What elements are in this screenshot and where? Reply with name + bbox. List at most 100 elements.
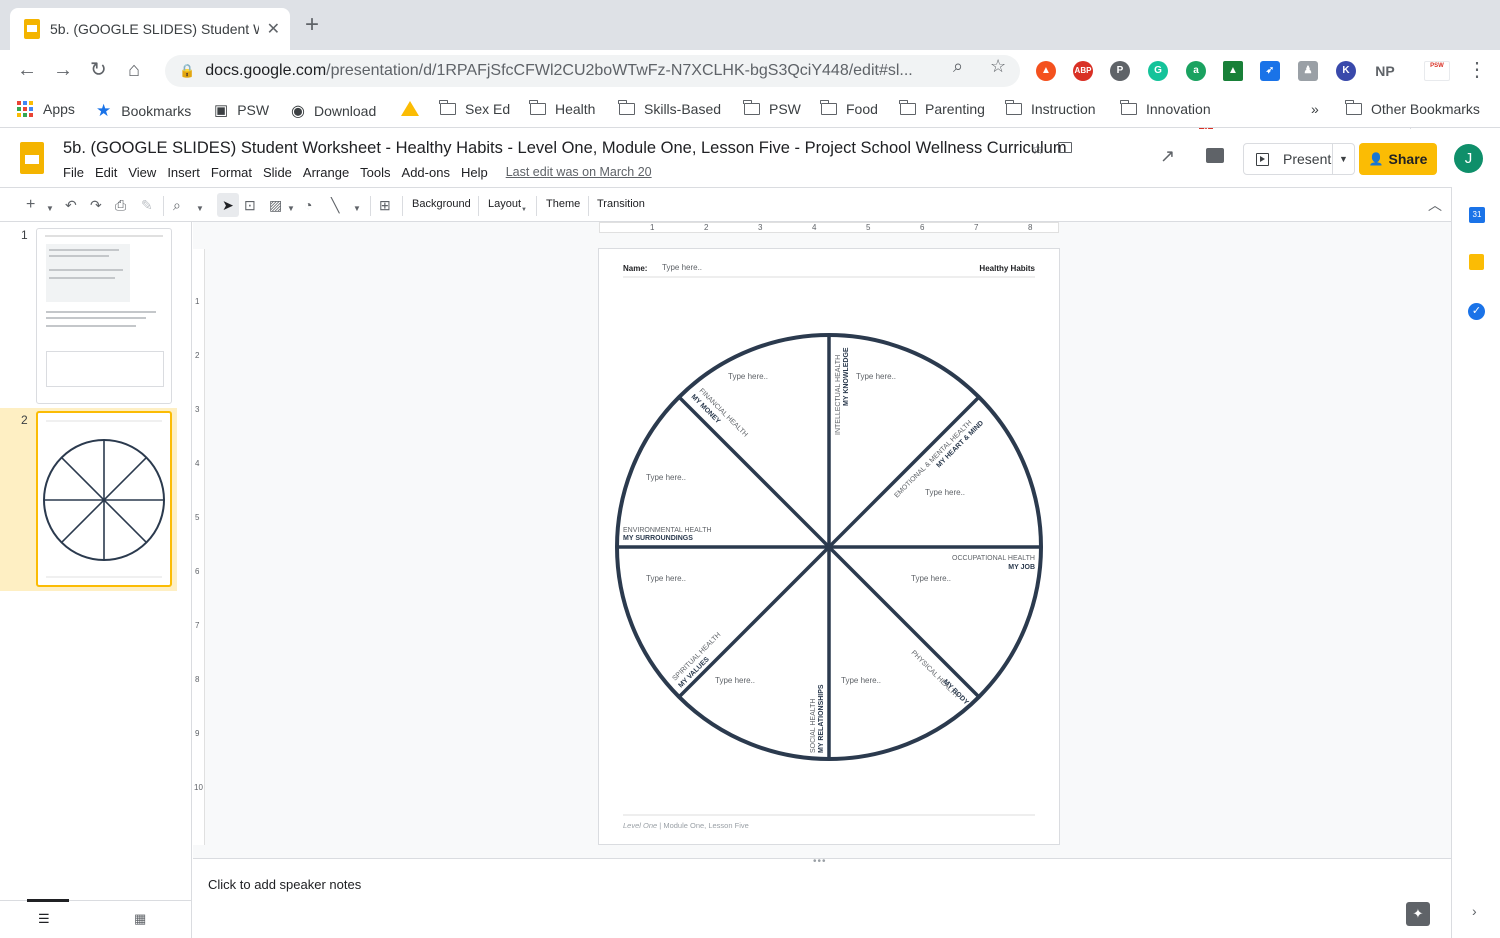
keep-icon[interactable] bbox=[1469, 254, 1484, 270]
project-school-wellness-extension-icon[interactable]: PSW bbox=[1424, 61, 1450, 81]
undo-icon[interactable]: ↶ bbox=[65, 196, 77, 214]
bookmark-folder-innovation[interactable]: Innovation bbox=[1120, 100, 1211, 117]
bookmark-star-icon[interactable]: ☆ bbox=[990, 56, 1006, 77]
speaker-notes-panel[interactable]: ••• Click to add speaker notes ✦ bbox=[193, 856, 1451, 938]
pinterest-extension-icon[interactable]: P bbox=[1110, 61, 1130, 81]
redo-icon[interactable]: ↷ bbox=[90, 196, 102, 214]
account-avatar[interactable]: J bbox=[1454, 144, 1483, 173]
activity-trend-icon[interactable]: ↗ bbox=[1160, 146, 1175, 167]
zoom-icon[interactable]: ⌕ bbox=[173, 196, 181, 214]
tasks-icon[interactable]: ✓ bbox=[1468, 303, 1485, 320]
image-dropdown-icon[interactable]: ▼ bbox=[287, 200, 295, 218]
bookmark-apps[interactable]: Apps bbox=[17, 101, 75, 117]
bookmark-bookmarks[interactable]: ★ Bookmarks bbox=[96, 101, 191, 121]
insert-image-icon[interactable]: ▨ bbox=[269, 196, 282, 214]
menu-format[interactable]: Format bbox=[211, 165, 252, 180]
menu-file[interactable]: File bbox=[63, 165, 84, 180]
bookmark-drive[interactable] bbox=[401, 101, 419, 116]
shape-icon[interactable]: ◔ bbox=[304, 196, 312, 214]
print-icon[interactable]: ⎙ bbox=[115, 196, 126, 214]
menu-slide[interactable]: Slide bbox=[263, 165, 292, 180]
google-slides-logo-icon[interactable] bbox=[20, 142, 44, 174]
slide-thumbnail-2[interactable] bbox=[36, 411, 172, 587]
placeholder-spiritual[interactable]: Type here.. bbox=[715, 676, 755, 685]
collapse-toolbar-chevron-icon[interactable]: ︿ bbox=[1428, 196, 1442, 214]
notes-resize-handle[interactable]: ••• bbox=[813, 856, 827, 867]
bookmark-folder-other[interactable]: Other Bookmarks bbox=[1345, 100, 1480, 117]
extension-k-icon[interactable]: K bbox=[1336, 61, 1356, 81]
grid-view-icon[interactable]: ▦ bbox=[134, 911, 146, 927]
menu-tools[interactable]: Tools bbox=[360, 165, 390, 180]
last-edit-link[interactable]: Last edit was on March 20 bbox=[506, 165, 652, 180]
zoom-lens-icon[interactable]: ⌕ bbox=[953, 56, 963, 77]
bookmark-folder-health[interactable]: Health bbox=[529, 100, 595, 117]
chrome-menu-icon[interactable]: ⋮ bbox=[1467, 58, 1487, 82]
expand-side-panel-chevron-icon[interactable]: › bbox=[1472, 903, 1477, 919]
present-dropdown-icon[interactable]: ▼ bbox=[1332, 144, 1354, 174]
bookmark-folder-skills-based[interactable]: Skills-Based bbox=[618, 100, 721, 117]
star-document-icon[interactable]: ☆ bbox=[1031, 140, 1044, 158]
line-dropdown-icon[interactable]: ▼ bbox=[353, 200, 361, 218]
extension-person-icon[interactable]: ♟ bbox=[1298, 61, 1318, 81]
bookmark-folder-food[interactable]: Food bbox=[820, 100, 878, 117]
menu-insert[interactable]: Insert bbox=[167, 165, 200, 180]
bookmark-folder-sex-ed[interactable]: Sex Ed bbox=[439, 100, 510, 117]
present-button[interactable]: Present ▼ bbox=[1243, 143, 1355, 175]
browser-tab[interactable]: 5b. (GOOGLE SLIDES) Student Worksheet ✕ bbox=[10, 8, 290, 50]
bookmark-folder-psw[interactable]: PSW bbox=[743, 100, 801, 117]
close-tab-icon[interactable]: ✕ bbox=[267, 19, 280, 39]
forward-arrow-icon[interactable]: → bbox=[53, 58, 73, 82]
bookmark-download[interactable]: ◉ Download bbox=[291, 101, 376, 121]
menu-view[interactable]: View bbox=[128, 165, 156, 180]
extension-np-icon[interactable]: NP bbox=[1373, 61, 1397, 81]
back-arrow-icon[interactable]: ← bbox=[17, 58, 37, 82]
background-button[interactable]: Background bbox=[412, 198, 471, 210]
insert-comment-icon[interactable]: ⊞ bbox=[379, 196, 391, 214]
extension-a-icon[interactable]: a bbox=[1186, 61, 1206, 81]
bookmark-folder-instruction[interactable]: Instruction bbox=[1005, 100, 1096, 117]
menu-help[interactable]: Help bbox=[461, 165, 488, 180]
horizontal-ruler[interactable]: 1 2 3 4 5 6 7 8 bbox=[599, 222, 1059, 233]
bookmark-folder-parenting[interactable]: Parenting bbox=[899, 100, 985, 117]
layout-button[interactable]: Layout bbox=[488, 198, 521, 210]
comments-icon[interactable] bbox=[1206, 148, 1224, 163]
theme-button[interactable]: Theme bbox=[546, 198, 580, 210]
extension-rocket-icon[interactable]: ➶ bbox=[1260, 61, 1280, 81]
calendar-icon[interactable]: 31 bbox=[1469, 207, 1485, 223]
filmstrip-view-icon[interactable]: ☰ bbox=[38, 911, 50, 927]
menu-arrange[interactable]: Arrange bbox=[303, 165, 349, 180]
placeholder-intellectual[interactable]: Type here.. bbox=[856, 372, 896, 381]
home-icon[interactable]: ⌂ bbox=[128, 58, 140, 82]
document-title[interactable]: 5b. (GOOGLE SLIDES) Student Worksheet - … bbox=[63, 139, 1067, 158]
placeholder-environmental[interactable]: Type here.. bbox=[646, 473, 686, 482]
extension-mountain-icon[interactable]: ▲ bbox=[1223, 61, 1243, 81]
line-icon[interactable]: ╲ bbox=[331, 196, 339, 214]
menu-add-ons[interactable]: Add-ons bbox=[402, 165, 450, 180]
placeholder-financial[interactable]: Type here.. bbox=[728, 372, 768, 381]
new-tab-button[interactable]: + bbox=[305, 12, 319, 38]
share-button[interactable]: 👤 Share bbox=[1359, 143, 1437, 175]
bookmarks-overflow-chevron[interactable]: » bbox=[1311, 101, 1319, 117]
vertical-ruler[interactable]: 1 2 3 4 5 6 7 8 9 10 bbox=[193, 249, 205, 845]
address-bar[interactable]: 🔒 docs.google.com/presentation/d/1RPAFjS… bbox=[165, 55, 1020, 87]
move-to-folder-icon[interactable] bbox=[1058, 142, 1072, 153]
reload-icon[interactable]: ↻ bbox=[90, 58, 107, 82]
zoom-dropdown-icon[interactable]: ▼ bbox=[196, 200, 204, 218]
placeholder-spiritual-upper[interactable]: Type here.. bbox=[646, 574, 686, 583]
bookmark-psw[interactable]: ▣ PSW bbox=[214, 101, 269, 119]
explore-icon[interactable]: ✦ bbox=[1406, 902, 1430, 926]
slide-canvas[interactable]: Name: Type here.. Healthy Habits INTELLE… bbox=[599, 249, 1059, 844]
placeholder-emotional[interactable]: Type here.. bbox=[925, 488, 965, 497]
new-slide-icon[interactable]: + bbox=[26, 196, 35, 214]
extension-fire-icon[interactable]: ▲ bbox=[1036, 61, 1056, 81]
select-cursor-icon[interactable]: ➤ bbox=[222, 196, 234, 214]
new-slide-dropdown-icon[interactable]: ▼ bbox=[46, 200, 54, 218]
text-box-icon[interactable]: ⊡ bbox=[244, 196, 256, 214]
placeholder-physical[interactable]: Type here.. bbox=[841, 676, 881, 685]
grammarly-extension-icon[interactable]: G bbox=[1148, 61, 1168, 81]
slide-thumbnail-1[interactable] bbox=[36, 228, 172, 404]
name-placeholder[interactable]: Type here.. bbox=[662, 263, 702, 272]
speaker-notes-placeholder[interactable]: Click to add speaker notes bbox=[208, 877, 361, 892]
placeholder-occupational[interactable]: Type here.. bbox=[911, 574, 951, 583]
menu-edit[interactable]: Edit bbox=[95, 165, 117, 180]
